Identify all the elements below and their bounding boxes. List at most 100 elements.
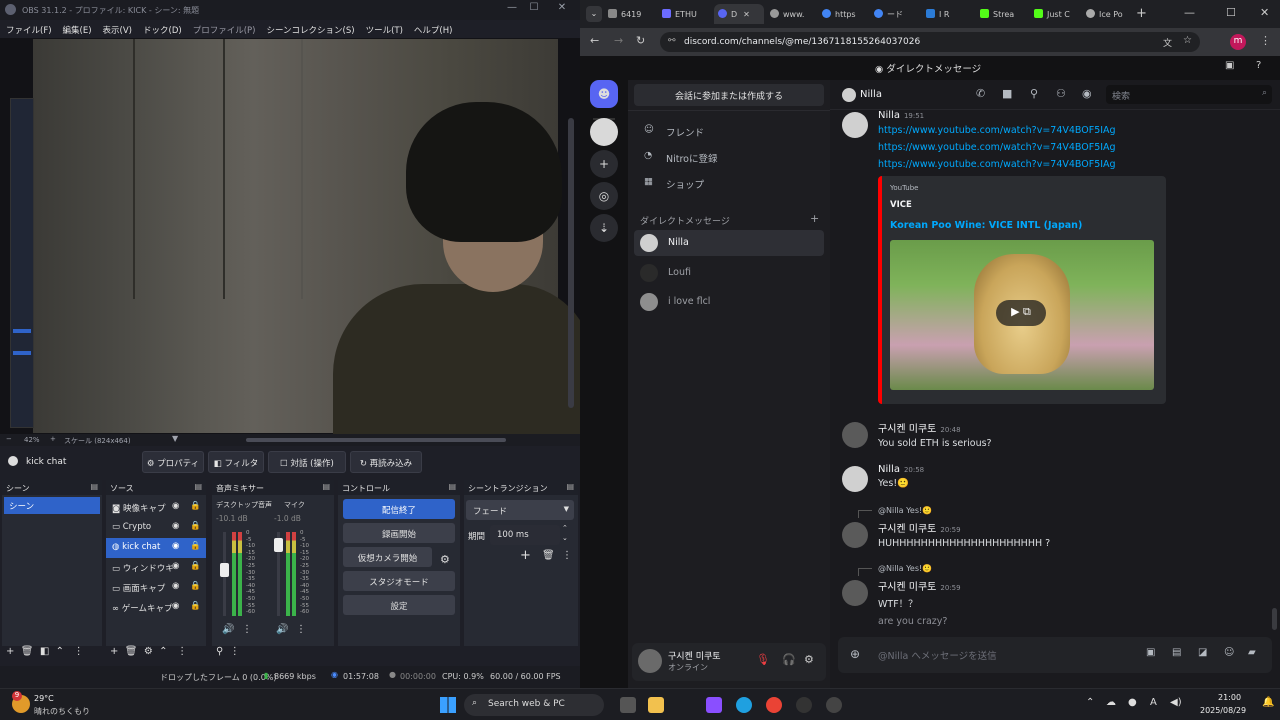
message-avatar[interactable] (842, 422, 868, 448)
lock-icon[interactable]: 🔒 (190, 541, 201, 551)
stepper-up-icon[interactable]: ⌃ (562, 524, 568, 532)
message-avatar[interactable] (842, 112, 868, 138)
settings-button[interactable]: 設定 (343, 595, 455, 615)
play-icon[interactable]: ▶ ⧉ (996, 300, 1046, 326)
message-avatar[interactable] (842, 466, 868, 492)
user-avatar[interactable] (638, 649, 662, 673)
menu-help[interactable]: ヘルプ(H) (414, 20, 453, 38)
browser-tab[interactable]: 6419 (608, 4, 654, 24)
start-recording-button[interactable]: 録画開始 (343, 523, 455, 543)
visibility-eye-icon[interactable]: ◉ (172, 521, 179, 531)
menu-tools[interactable]: ツール(T) (366, 20, 403, 38)
visibility-eye-icon[interactable]: ◉ (172, 561, 179, 571)
discord-home-icon[interactable]: ☻ (590, 80, 618, 108)
preview-scrollbar[interactable] (568, 118, 574, 408)
add-icon[interactable]: + (520, 548, 531, 563)
add-friends-icon[interactable]: ⚇ (1056, 87, 1066, 100)
taskbar-search[interactable]: ⌕ Search web & PC (464, 694, 604, 716)
apps-gamepad-icon[interactable]: ▰ (1248, 647, 1256, 658)
browser-tab[interactable]: Strea (980, 4, 1026, 24)
add-icon[interactable]: + (6, 646, 14, 657)
volume-icon[interactable]: ◀) (1170, 697, 1182, 708)
mic-icon[interactable]: ● (1128, 697, 1137, 708)
add-icon[interactable]: + (110, 646, 118, 657)
dm-item-nilla[interactable]: Nilla (634, 230, 824, 256)
task-view-icon[interactable] (620, 697, 636, 713)
embed-title[interactable]: Korean Poo Wine: VICE INTL (Japan) (890, 220, 1082, 231)
lock-icon[interactable]: 🔒 (190, 521, 201, 531)
chrome-icon[interactable] (766, 697, 782, 713)
headphones-icon[interactable]: 🎧 (782, 653, 796, 666)
kebab-menu-icon[interactable]: ⋮ (74, 646, 84, 657)
trash-icon[interactable]: 🗑 (21, 646, 34, 657)
message-author[interactable]: Nilla (878, 110, 900, 121)
message-avatar[interactable] (842, 522, 868, 548)
kebab-menu-icon[interactable]: ⋮ (296, 624, 306, 635)
close-icon[interactable]: ✕ (1260, 6, 1269, 19)
kebab-menu-icon[interactable]: ⋮ (230, 646, 240, 657)
speaker-icon[interactable]: 🔊 (222, 624, 234, 635)
zoom-out-icon[interactable]: − (6, 435, 12, 443)
message-avatar[interactable] (842, 580, 868, 606)
app-icon[interactable] (826, 697, 842, 713)
add-attachment-icon[interactable]: ⊕ (850, 647, 860, 661)
message-author[interactable]: Nilla (878, 464, 900, 475)
filters-button[interactable]: ◧ フィルタ (208, 451, 264, 473)
gift-icon[interactable]: ▣ (1146, 647, 1155, 658)
scene-item[interactable]: シーン (4, 497, 100, 514)
kebab-menu-icon[interactable]: ⋮ (242, 624, 252, 635)
source-item-kick-chat[interactable]: ◍ kick chat ◉ 🔒 (106, 538, 206, 558)
notifications-icon[interactable]: 🔔 (1262, 697, 1274, 708)
user-settings-gear-icon[interactable]: ⚙ (804, 653, 814, 666)
gear-icon[interactable]: ⚙ (440, 553, 450, 566)
video-call-icon[interactable]: ■ (1002, 87, 1012, 100)
bookmark-star-icon[interactable]: ☆ (1183, 35, 1192, 46)
add-server-icon[interactable]: + (590, 150, 618, 178)
nitro-nav[interactable]: ◔ Nitroに登録 (634, 144, 824, 170)
maximize-icon[interactable]: ☐ (1226, 6, 1236, 19)
obs-preview[interactable] (0, 38, 580, 434)
file-explorer-icon[interactable] (648, 697, 664, 713)
desktop-volume-handle[interactable] (220, 562, 229, 577)
message-author[interactable]: 구시켄 미쿠토 (878, 524, 936, 535)
kebab-menu-icon[interactable]: ⋮ (177, 646, 187, 657)
duration-input[interactable]: 100 ms (490, 525, 560, 545)
source-item-game[interactable]: ∞ ゲームキャプ ◉ 🔒 (106, 598, 206, 618)
tab-search-icon[interactable]: ⌄ (586, 6, 602, 22)
site-info-icon[interactable]: ⚯ (668, 36, 676, 46)
move-up-icon[interactable]: ⌃ (56, 646, 64, 657)
reply-reference[interactable]: @Nilla Yes!🙂 (878, 564, 932, 573)
mic-volume-handle[interactable] (274, 537, 283, 552)
dock-menu-icon[interactable]: ▤ (448, 482, 456, 491)
emoji-icon[interactable]: ☺ (1224, 647, 1234, 658)
tray-overflow-icon[interactable]: ⌃ (1086, 697, 1094, 708)
tab-close-icon[interactable]: ✕ (743, 10, 750, 19)
pin-icon[interactable]: ⚲ (1030, 87, 1038, 100)
link-icon[interactable]: ⚲ (216, 646, 223, 657)
server-avatar[interactable] (590, 118, 618, 146)
chrome-menu-icon[interactable]: ⋮ (1260, 34, 1271, 47)
profile-avatar[interactable]: m (1230, 34, 1246, 50)
filter-icon[interactable]: ◧ (40, 646, 49, 657)
message-author[interactable]: 구시켄 미쿠토 (878, 424, 936, 435)
gif-icon[interactable]: ▤ (1172, 647, 1181, 658)
forward-icon[interactable]: → (614, 34, 623, 47)
friends-nav[interactable]: ☺ フレンド (634, 118, 824, 144)
dock-menu-icon[interactable]: ▤ (566, 482, 574, 491)
reload-button[interactable]: ↻ 再読み込み (350, 451, 422, 473)
scale-dropdown-icon[interactable]: ▼ (172, 434, 178, 443)
menu-dock[interactable]: ドック(D) (143, 20, 182, 38)
reload-icon[interactable]: ↻ (636, 34, 645, 47)
properties-button[interactable]: ⚙ プロパティ (142, 451, 204, 473)
shop-nav[interactable]: ▦ ショップ (634, 170, 824, 196)
source-item-crypto[interactable]: ▭ Crypto ◉ 🔒 (106, 518, 206, 538)
menu-profile[interactable]: プロファイル(P) (193, 20, 256, 38)
profile-icon[interactable]: ◉ (1082, 87, 1092, 100)
ime-icon[interactable]: A (1150, 697, 1157, 708)
transition-select[interactable]: フェード ▼ (466, 500, 574, 520)
embed-author[interactable]: VICE (890, 200, 912, 210)
browser-tab[interactable]: I R (926, 4, 970, 24)
browser-tab-active[interactable]: D ✕ (714, 4, 764, 24)
voice-call-icon[interactable]: ✆ (976, 87, 985, 100)
translate-icon[interactable]: 文 (1163, 36, 1172, 49)
